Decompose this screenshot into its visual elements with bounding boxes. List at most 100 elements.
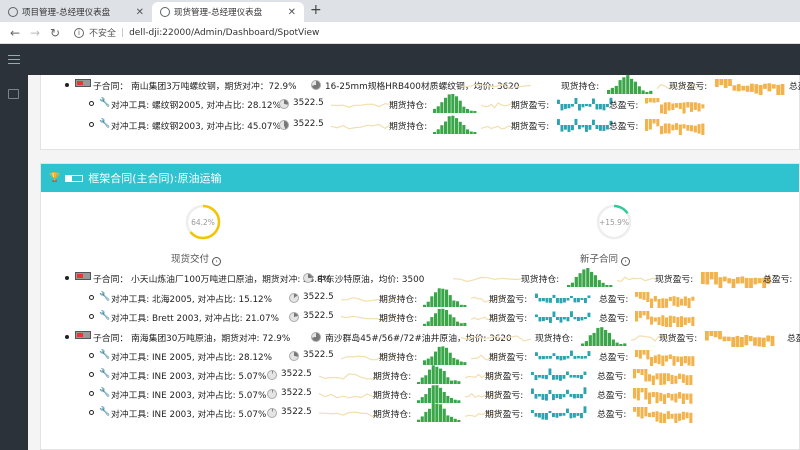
new-tab-button[interactable]: + bbox=[310, 2, 322, 18]
trend-sparkline bbox=[617, 268, 657, 288]
chart-bar bbox=[473, 111, 477, 113]
chart-bar bbox=[428, 388, 432, 403]
hedge-tool-text: 对冲工具: Brett 2003, 对冲占比: 21.07% bbox=[111, 314, 279, 324]
futures-position-chart bbox=[417, 384, 461, 404]
chart-bar bbox=[541, 394, 545, 400]
chart-bar bbox=[538, 375, 541, 378]
chart-bar bbox=[592, 332, 596, 346]
chart-bar bbox=[466, 109, 470, 113]
security-label: 不安全 bbox=[89, 29, 117, 39]
chart-bar bbox=[633, 81, 637, 94]
browser-tab-project[interactable]: 项目管理-总经理仪表盘 ✕ bbox=[0, 2, 152, 22]
gauge-spot-delivery[interactable]: 64.2% bbox=[183, 202, 223, 245]
hedge-tool-row: 🔧 对冲工具: INE 2003, 对冲占比: 5.07% 3522.5 期货持仓: 期… bbox=[41, 403, 800, 423]
chart-bar bbox=[637, 86, 641, 94]
chart-bar bbox=[651, 411, 655, 417]
hedge-tool-text: 对冲工具: INE 2005, 对冲占比: 28.12% bbox=[111, 353, 272, 363]
chart-bar bbox=[648, 119, 652, 130]
chart-bar bbox=[597, 280, 601, 287]
chart-bar bbox=[437, 309, 441, 326]
chart-bar bbox=[556, 317, 559, 320]
menu-icon[interactable] bbox=[8, 55, 20, 64]
panel-header: 🏆 框架合同(主合同):原油运输 bbox=[41, 164, 799, 192]
chart-bar bbox=[753, 337, 757, 346]
chart-bar bbox=[567, 125, 571, 132]
chart-bar bbox=[646, 311, 650, 320]
gauge-label-0[interactable]: 现货交付 › bbox=[171, 251, 222, 266]
chart-bar bbox=[431, 403, 435, 422]
futures-pnl-label: 期货盈亏: bbox=[485, 391, 524, 401]
gauge-value: +15.9% bbox=[599, 218, 629, 227]
chart-bar bbox=[750, 83, 754, 92]
chart-bar bbox=[731, 278, 736, 288]
chart-bar bbox=[728, 79, 732, 86]
futures-pnl-label: 期货盈亏: bbox=[489, 314, 528, 324]
chart-bar bbox=[588, 125, 592, 130]
chart-bar bbox=[744, 277, 749, 288]
chart-bar bbox=[545, 413, 548, 420]
futures-pnl-chart bbox=[535, 307, 591, 327]
chart-bar bbox=[435, 403, 439, 422]
chart-bar bbox=[576, 375, 580, 378]
chart-bar bbox=[667, 102, 671, 111]
chart-bar bbox=[661, 315, 665, 327]
reload-icon[interactable]: ↻ bbox=[50, 26, 60, 40]
chart-bar bbox=[534, 394, 538, 399]
chart-bar bbox=[745, 85, 750, 92]
close-tab-icon[interactable]: ✕ bbox=[288, 7, 296, 18]
chart-bar bbox=[417, 419, 421, 422]
close-tab-icon[interactable]: ✕ bbox=[136, 7, 144, 18]
chart-bar bbox=[446, 415, 450, 422]
hedge-tool-text: 对冲工具: INE 2003, 对冲占比: 5.07% bbox=[111, 410, 267, 420]
chart-bar bbox=[693, 102, 697, 110]
browser-tab-spot[interactable]: 现货管理-总经理仪表盘 ✕ bbox=[152, 2, 304, 22]
chart-bar bbox=[538, 413, 541, 418]
chart-bar bbox=[701, 272, 705, 284]
chart-bar bbox=[653, 355, 657, 364]
futures-position-chart bbox=[423, 288, 467, 308]
chart-bar bbox=[580, 394, 583, 399]
spot-position-chart bbox=[581, 327, 627, 347]
chart-bar bbox=[678, 124, 682, 135]
chart-bar bbox=[638, 350, 642, 359]
url-field[interactable]: i 不安全 | dell-dji:22000/Admin/Dashboard/S… bbox=[74, 26, 319, 39]
chart-bar bbox=[714, 272, 718, 285]
chart-bar bbox=[640, 388, 644, 393]
chart-bar bbox=[718, 277, 723, 288]
chart-bar bbox=[441, 346, 445, 365]
futures-position-chart bbox=[423, 346, 467, 366]
gauge-new-subcontract[interactable]: +15.9% bbox=[594, 202, 634, 245]
hedge-tool-row: 🔧 对冲工具: INE 2003, 对冲占比: 5.07% 3522.5 期货持仓: 期… bbox=[41, 365, 800, 385]
tab-label: 项目管理-总经理仪表盘 bbox=[22, 8, 111, 18]
chart-bar bbox=[448, 295, 452, 307]
chart-bar bbox=[552, 375, 555, 380]
info-icon[interactable]: i bbox=[74, 27, 84, 38]
contract-row: 子合同： 南山集团3万吨螺纹钢，期货对冲：72.9% 16-25mm规格HRB40… bbox=[41, 75, 800, 95]
edit-icon[interactable] bbox=[8, 89, 19, 99]
chart-bar bbox=[434, 351, 438, 365]
chart-bar bbox=[580, 317, 584, 321]
arrow-circle-icon[interactable]: › bbox=[212, 257, 222, 266]
arrow-circle-icon[interactable]: › bbox=[621, 257, 631, 266]
contract-text: 子合同： 南山集团3万吨螺纹钢，期货对冲：72.9% bbox=[93, 82, 297, 92]
bullet bbox=[89, 122, 94, 127]
chart-bar bbox=[549, 298, 552, 303]
chart-bar bbox=[566, 317, 570, 322]
chart-bar bbox=[458, 100, 462, 113]
chart-bar bbox=[633, 369, 637, 379]
chart-bar bbox=[713, 331, 718, 338]
chart-bar bbox=[437, 288, 441, 307]
chart-bar bbox=[719, 79, 724, 86]
chart-bar bbox=[640, 407, 644, 419]
wrench-icon: 🔧 bbox=[99, 407, 111, 417]
back-icon[interactable]: ← bbox=[10, 26, 20, 40]
chart-bar bbox=[567, 104, 571, 109]
futures-pnl-chart bbox=[557, 115, 613, 135]
futures-pnl-label: 期货盈亏: bbox=[489, 295, 528, 305]
forward-icon[interactable]: → bbox=[30, 26, 40, 40]
chart-bar bbox=[668, 354, 672, 359]
chart-bar bbox=[535, 352, 538, 356]
chart-bar bbox=[573, 394, 576, 399]
gauge-label-1[interactable]: 新子合同 › bbox=[580, 251, 631, 266]
futures-position-label: 期货持仓: bbox=[389, 122, 428, 132]
